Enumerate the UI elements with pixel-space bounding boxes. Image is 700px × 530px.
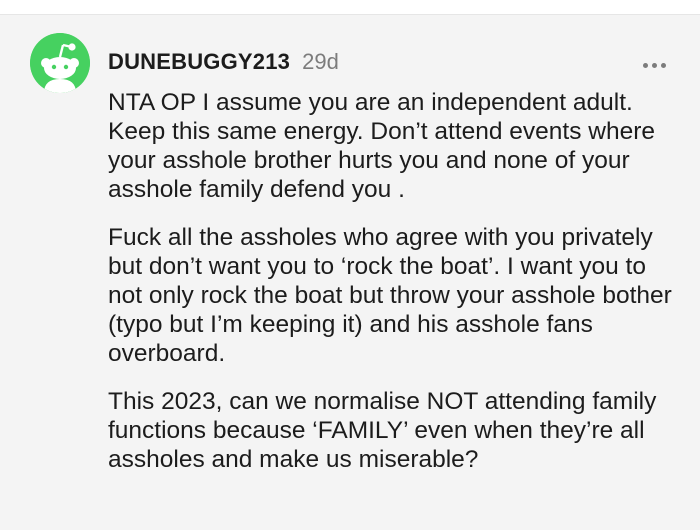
comment-body: NTA OP I assume you are an independent a… [108,88,678,474]
comment-age[interactable]: 29d [302,49,339,75]
comment-paragraph: Fuck all the assholes who agree with you… [108,224,672,367]
comment-paragraph: NTA OP I assume you are an independent a… [108,89,656,203]
more-dot [651,62,657,68]
ellipsis-horizontal-icon[interactable] [636,55,672,75]
comment: DUNEBUGGY213 29d NTA OP I assume you are… [0,15,700,530]
snoo-avatar-svg [30,33,90,93]
comment-author[interactable]: DUNEBUGGY213 [108,49,290,75]
comment-paragraph: This 2023, can we normalise NOT attendin… [108,388,657,473]
more-dot [642,62,648,68]
more-dot [660,62,666,68]
previous-content-edge [0,0,700,15]
comment-header: DUNEBUGGY213 29d [108,49,339,77]
snoo-avatar-icon[interactable] [30,33,90,93]
